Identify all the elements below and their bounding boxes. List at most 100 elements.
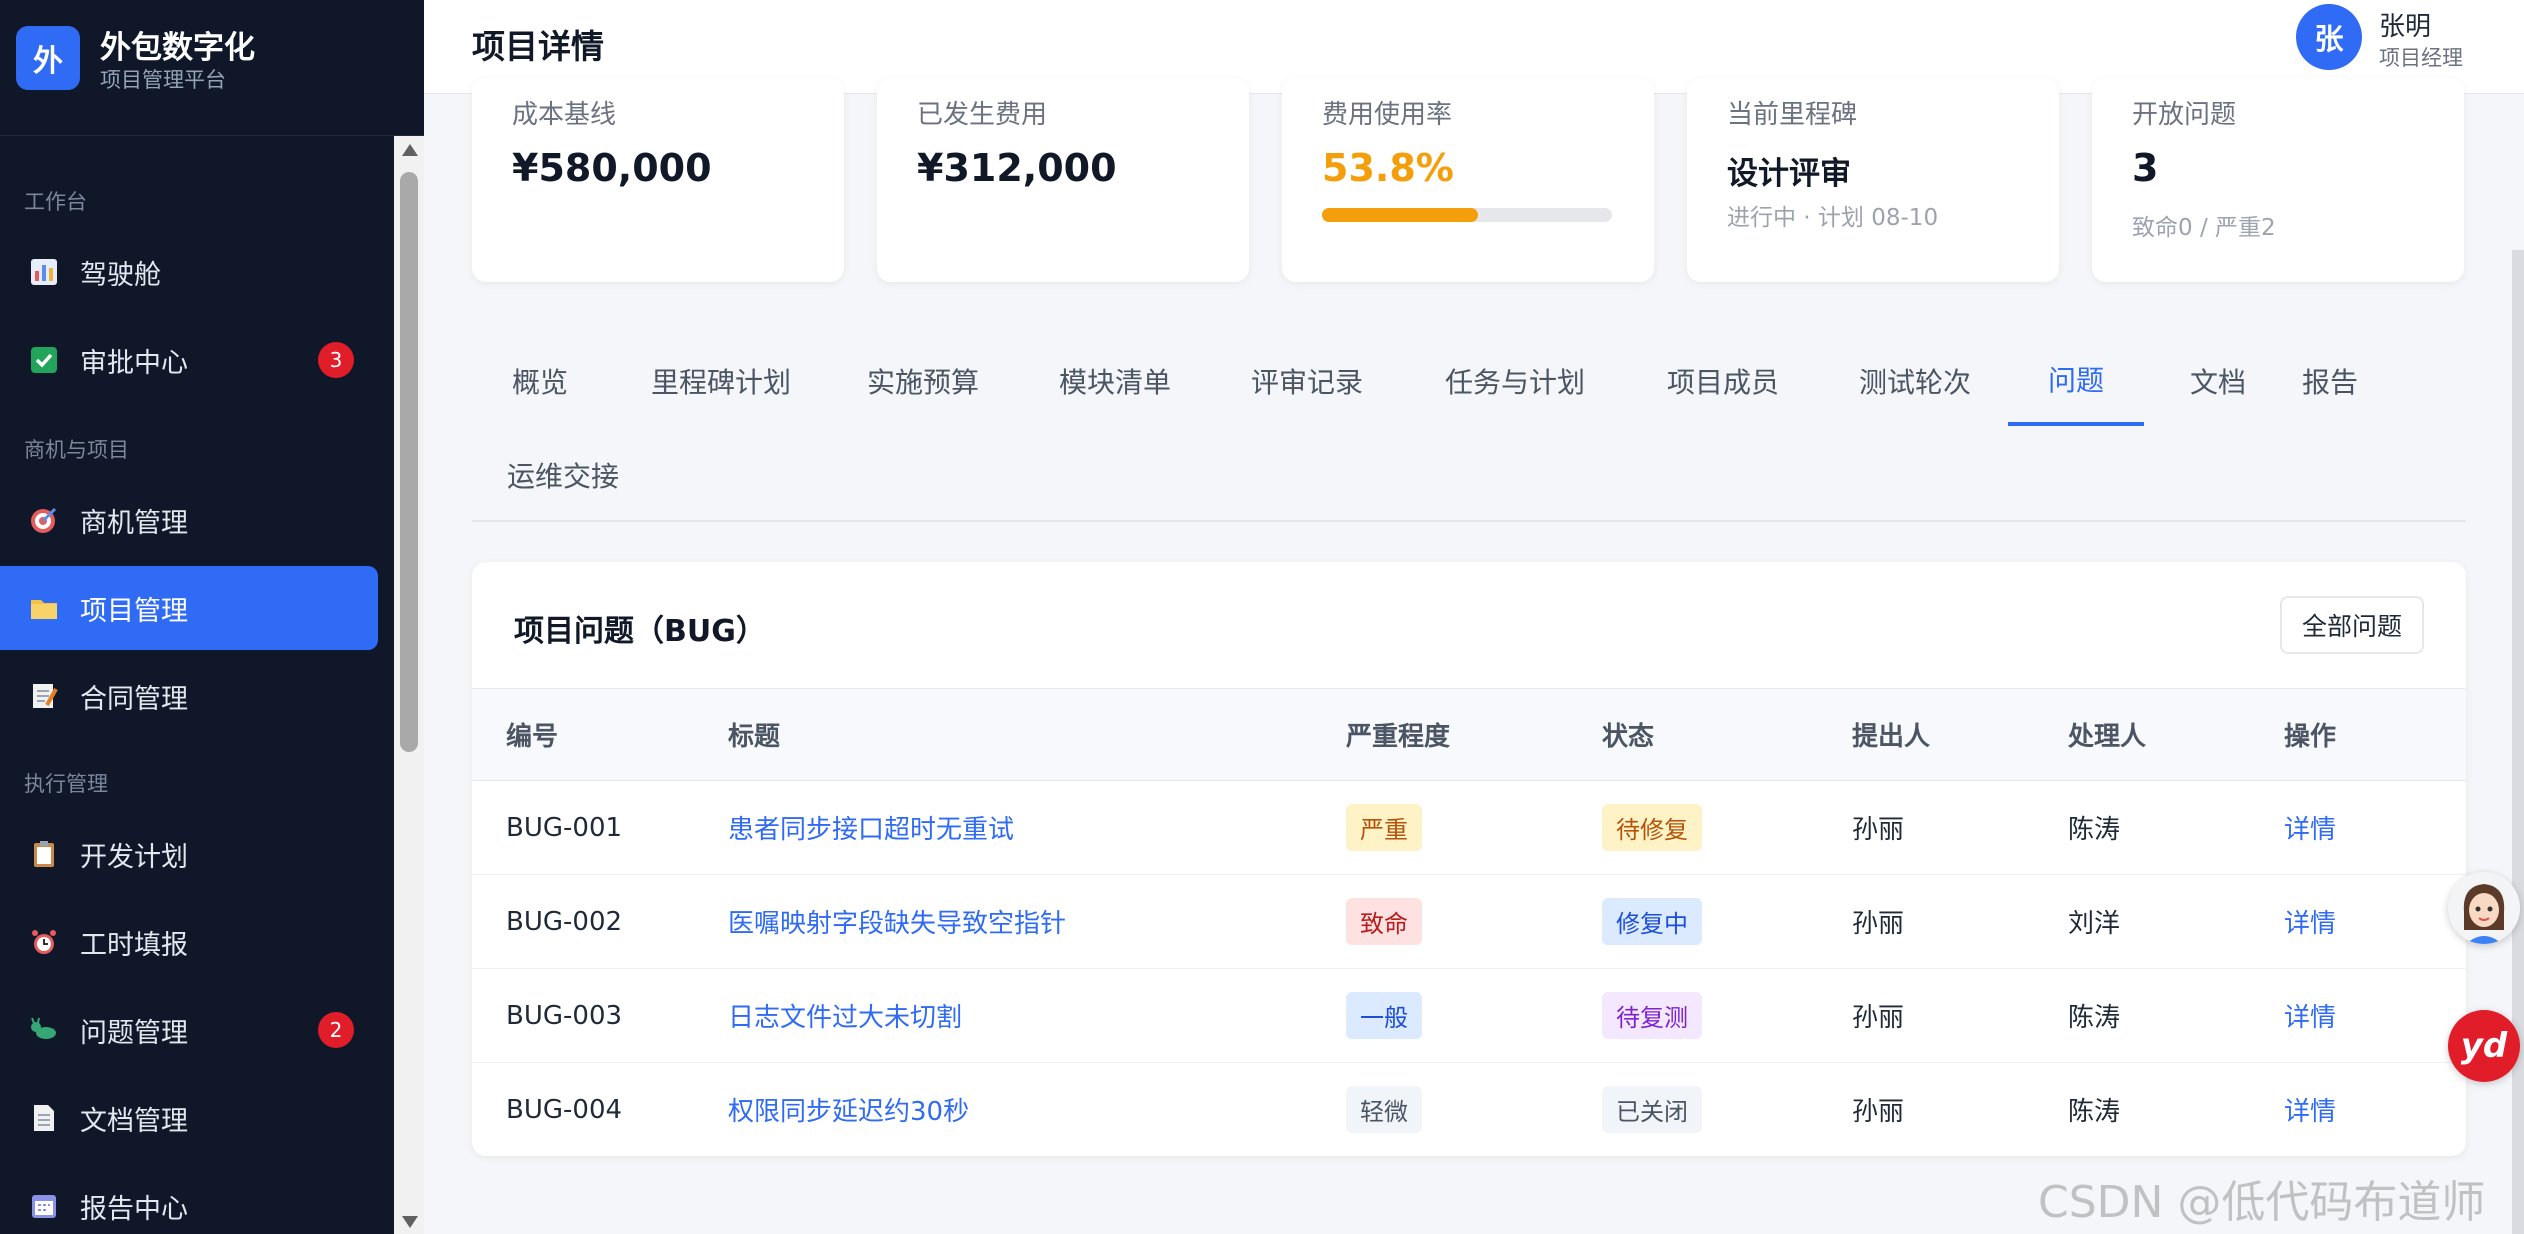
- sidebar-item-reports[interactable]: 报告中心: [0, 1164, 378, 1234]
- stat-card-open-issues: 开放问题 3 致命0 / 严重2: [2092, 78, 2464, 282]
- stat-label: 开放问题: [2132, 100, 2237, 130]
- stat-sub: 进行中 · 计划 08-10: [1727, 205, 1939, 231]
- issue-assignee: 陈涛: [2068, 968, 2284, 1063]
- stat-label: 费用使用率: [1322, 100, 1453, 130]
- issue-title-link[interactable]: 日志文件过大未切割: [728, 1003, 962, 1033]
- stat-card-cost-usage: 费用使用率 53.8%: [1282, 78, 1654, 282]
- tab-budget[interactable]: 实施预算: [860, 336, 986, 426]
- sidebar-item-approval[interactable]: 审批中心 3: [0, 318, 378, 402]
- memo-icon: [28, 680, 60, 712]
- user-role: 项目经理: [2379, 46, 2463, 70]
- issue-assignee: 陈涛: [2068, 780, 2284, 875]
- nav-menu: 工作台 驾驶舱 审批中心 3 商机与项目 商机管理 项目管理 合同管理 执行管理…: [0, 136, 394, 1234]
- nav-group-execution: 执行管理: [24, 772, 108, 796]
- col-header-severity: 严重程度: [1346, 688, 1602, 781]
- table-row: BUG-002 医嘱映射字段缺失导致空指针 致命 修复中 孙丽 刘洋 详情: [472, 874, 2466, 969]
- stat-label: 已发生费用: [917, 100, 1048, 130]
- col-header-action: 操作: [2284, 688, 2466, 781]
- sidebar-item-opportunity[interactable]: 商机管理: [0, 478, 378, 562]
- calendar-icon: [28, 1190, 60, 1222]
- sidebar-item-cockpit[interactable]: 驾驶舱: [0, 230, 378, 314]
- tab-members[interactable]: 项目成员: [1660, 336, 1786, 426]
- sidebar-item-projects[interactable]: 项目管理: [0, 566, 378, 650]
- tab-modules[interactable]: 模块清单: [1052, 336, 1178, 426]
- sidebar-item-contracts[interactable]: 合同管理: [0, 654, 378, 738]
- status-tag: 待复测: [1602, 992, 1702, 1039]
- issue-title-link[interactable]: 医嘱映射字段缺失导致空指针: [728, 909, 1066, 939]
- issue-detail-link[interactable]: 详情: [2284, 1003, 2336, 1033]
- col-header-assignee: 处理人: [2068, 688, 2284, 781]
- tab-issues[interactable]: 问题: [2008, 336, 2144, 426]
- issue-assignee: 陈涛: [2068, 1062, 2284, 1156]
- stat-card-milestone: 当前里程碑 设计评审 进行中 · 计划 08-10: [1687, 78, 2059, 282]
- alarm-clock-icon: [28, 926, 60, 958]
- table-row: BUG-003 日志文件过大未切割 一般 待复测 孙丽 陈涛 详情: [472, 968, 2466, 1063]
- issue-detail-link[interactable]: 详情: [2284, 815, 2336, 845]
- col-header-status: 状态: [1602, 688, 1852, 781]
- all-issues-button[interactable]: 全部问题: [2280, 596, 2424, 654]
- tab-reports[interactable]: 报告: [2290, 336, 2370, 426]
- yd-helper-icon[interactable]: yd: [2448, 1010, 2520, 1082]
- brand-name: 外包数字化: [100, 30, 255, 66]
- stat-card-incurred-cost: 已发生费用 ¥312,000: [877, 78, 1249, 282]
- user-name: 张明: [2379, 12, 2432, 42]
- page-scrollbar[interactable]: [2512, 250, 2524, 1234]
- tab-docs[interactable]: 文档: [2178, 336, 2258, 426]
- issue-title-link[interactable]: 患者同步接口超时无重试: [728, 815, 1014, 845]
- issue-id: BUG-001: [472, 780, 728, 875]
- status-tag: 已关闭: [1602, 1086, 1702, 1133]
- table-row: BUG-004 权限同步延迟约30秒 轻微 已关闭 孙丽 陈涛 详情: [472, 1062, 2466, 1156]
- tab-bar: 概览 里程碑计划 实施预算 模块清单 评审记录 任务与计划 项目成员 测试轮次 …: [472, 336, 2466, 522]
- page-title: 项目详情: [472, 27, 604, 66]
- sidebar: 外 外包数字化 项目管理平台 工作台 驾驶舱 审批中心 3 商机与项目 商机管理: [0, 0, 424, 1234]
- tab-test-rounds[interactable]: 测试轮次: [1852, 336, 1978, 426]
- stat-label: 成本基线: [512, 100, 617, 130]
- stat-value: 53.8%: [1322, 146, 1454, 190]
- folder-icon: [28, 592, 60, 624]
- severity-tag: 致命: [1346, 898, 1422, 945]
- bug-icon: [28, 1014, 60, 1046]
- issues-table: 编号 标题 严重程度 状态 提出人 处理人 操作 BUG-001 患者同步接口超…: [472, 688, 2466, 1156]
- severity-tag: 轻微: [1346, 1086, 1422, 1133]
- tab-tasks[interactable]: 任务与计划: [1438, 336, 1592, 426]
- issue-detail-link[interactable]: 详情: [2284, 1097, 2336, 1127]
- stat-value: 3: [2132, 146, 2159, 190]
- nav-group-workbench: 工作台: [24, 190, 87, 214]
- user-avatar[interactable]: 张: [2296, 4, 2362, 70]
- tab-ops-handover[interactable]: 运维交接: [500, 430, 626, 520]
- sidebar-item-dev-plan[interactable]: 开发计划: [0, 812, 378, 896]
- progress-fill: [1322, 208, 1479, 222]
- clipboard-icon: [28, 838, 60, 870]
- issue-title-link[interactable]: 权限同步延迟约30秒: [728, 1097, 969, 1127]
- target-icon: [28, 504, 60, 536]
- tab-milestones[interactable]: 里程碑计划: [644, 336, 798, 426]
- issue-id: BUG-003: [472, 968, 728, 1063]
- sidebar-item-documents[interactable]: 文档管理: [0, 1076, 378, 1160]
- brand: 外 外包数字化 项目管理平台: [0, 0, 424, 136]
- issues-badge: 2: [318, 1012, 354, 1048]
- issue-reporter: 孙丽: [1852, 780, 2068, 875]
- status-tag: 修复中: [1602, 898, 1702, 945]
- sidebar-item-issues[interactable]: 问题管理 2: [0, 988, 378, 1072]
- panel-title: 项目问题（BUG）: [514, 614, 766, 649]
- tab-reviews[interactable]: 评审记录: [1244, 336, 1370, 426]
- sidebar-scrollbar[interactable]: [394, 136, 424, 1234]
- col-header-reporter: 提出人: [1852, 688, 2068, 781]
- sidebar-scroll-thumb[interactable]: [400, 172, 418, 752]
- severity-tag: 一般: [1346, 992, 1422, 1039]
- issue-detail-link[interactable]: 详情: [2284, 909, 2336, 939]
- stat-value: 设计评审: [1727, 156, 1851, 192]
- stat-sub: 致命0 / 严重2: [2132, 215, 2276, 241]
- col-header-title: 标题: [728, 688, 1346, 781]
- stat-card-cost-baseline: 成本基线 ¥580,000: [472, 78, 844, 282]
- table-header-row: 编号 标题 严重程度 状态 提出人 处理人 操作: [472, 688, 2466, 781]
- sidebar-item-timesheet[interactable]: 工时填报: [0, 900, 378, 984]
- cost-usage-progress-bar: [1322, 208, 1612, 222]
- scroll-down-arrow-icon[interactable]: [402, 1216, 418, 1228]
- tab-overview[interactable]: 概览: [500, 336, 580, 426]
- issue-id: BUG-002: [472, 874, 728, 969]
- issue-reporter: 孙丽: [1852, 968, 2068, 1063]
- issue-id: BUG-004: [472, 1062, 728, 1156]
- assistant-avatar-icon[interactable]: [2448, 872, 2520, 944]
- scroll-up-arrow-icon[interactable]: [402, 144, 418, 156]
